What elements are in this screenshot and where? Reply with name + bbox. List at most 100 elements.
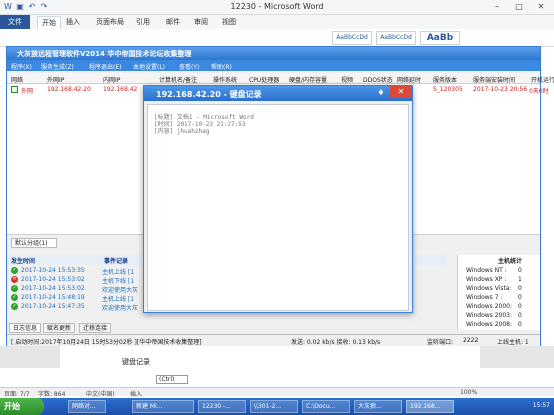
tab-migrate-connection[interactable]: 迁移连接 (79, 323, 112, 333)
style-no-spacing[interactable]: AaBbCcDd (376, 31, 416, 45)
start-time-status: [ 启动时间:2017年10月24日 15时53分02秒 ][华中帝国技术收集整… (11, 339, 202, 346)
paste-options-button[interactable]: (Ctrl) (156, 375, 188, 384)
task-remote-admin[interactable]: 大灰狼... (354, 400, 402, 413)
tab-file[interactable]: 文件 (0, 15, 30, 29)
close-icon[interactable]: ✕ (390, 86, 412, 98)
keylog-title: 192.168.42.20 - 键盘记录 (156, 90, 262, 99)
log-col-event: 事件记录 (104, 258, 129, 265)
col-internal-ip[interactable]: 内网IP (103, 75, 120, 84)
log-time: 2017-10-24 15:53:02 (21, 276, 85, 283)
task-network-share[interactable]: \\301-2... (250, 400, 298, 413)
stats-row: Windows NT :0 (466, 267, 522, 274)
col-disk-memory[interactable]: 硬盘/内存容量 (289, 75, 327, 84)
page-count[interactable]: 页面: 7/7 (4, 389, 30, 398)
log-time: 2017-10-24 15:47:35 (21, 303, 85, 310)
ribbon-home: AaBbCcDd AaBbCcDd AaBb (0, 29, 554, 47)
taskbar: 开始 网络对... 新建 Mi... 12230 -... \\301-2...… (0, 398, 554, 415)
window-title: 12230 - Microsoft Word (230, 2, 324, 11)
col-computer-name[interactable]: 计算机名/备注 (159, 75, 197, 84)
col-video[interactable]: 视频 (341, 75, 353, 84)
stats-row: Windows 2000: 0 (466, 303, 522, 310)
tab-references[interactable]: 引用 (136, 17, 150, 27)
language[interactable]: 中文(中国) (86, 389, 115, 398)
check-icon: ✓ (11, 285, 18, 292)
col-network[interactable]: 网络 (11, 75, 23, 84)
keylog-window: 192.168.42.20 - 键盘记录 ♦ ✕ [标题] 文档1 - Micr… (143, 85, 413, 313)
stats-row: Windows 2008: 0 (466, 321, 522, 328)
task-keylog[interactable]: 192.168... (406, 400, 454, 413)
menu-program[interactable]: 程序(X) (11, 62, 32, 71)
check-icon: ✓ (11, 267, 18, 274)
tab-page-layout[interactable]: 页面布局 (96, 17, 124, 27)
menu-exit[interactable]: 程序退出(E) (89, 62, 121, 71)
check-icon: ✓ (11, 294, 18, 301)
tab-insert[interactable]: 插入 (66, 17, 80, 27)
tab-view[interactable]: 视图 (222, 17, 236, 27)
tab-review[interactable]: 审阅 (194, 17, 208, 27)
zoom-level[interactable]: 100% (460, 389, 477, 396)
keylog-content[interactable]: [标题] 文档1 - Microsoft Word [时间] 2017-10-2… (147, 104, 409, 311)
keylog-titlebar[interactable]: 192.168.42.20 - 键盘记录 ♦ ✕ (144, 86, 412, 101)
tab-rename-update[interactable]: 赋名更新 (43, 323, 76, 333)
menu-view[interactable]: 查看(Y) (179, 62, 199, 71)
tab-log-info[interactable]: 日志信息 (9, 323, 42, 333)
style-normal[interactable]: AaBbCcDd (332, 31, 372, 45)
bottom-tabs: 日志信息 赋名更新 迁移连接 (7, 323, 157, 333)
log-time: 2017-10-24 15:53:02 (21, 285, 85, 292)
word-titlebar: W ▣ ↶ ↷ 12230 - Microsoft Word – □ ✕ (0, 0, 554, 15)
host-checkbox[interactable] (11, 86, 18, 93)
log-event: 欢迎使用大灰 (102, 305, 139, 312)
app-statusbar: [ 启动时间:2017年10月24日 15时53分02秒 ][华中帝国技术收集整… (7, 334, 540, 346)
clock[interactable]: 15:57 (533, 402, 550, 409)
menu-help[interactable]: 帮助(R) (211, 62, 232, 71)
start-button[interactable]: 开始 (0, 398, 44, 415)
stats-row: Windows Vista: 0 (466, 285, 522, 292)
style-heading[interactable]: AaBb (420, 31, 460, 45)
col-latency[interactable]: 网络延时 (397, 75, 421, 84)
app-titlebar: 大灰狼远程管理软件V2014 华中帝国技术论坛收集整理 (7, 47, 540, 60)
minimize-icon[interactable]: – (486, 0, 508, 14)
task-12230-word[interactable]: 12230 -... (198, 400, 246, 413)
port-label: 监听端口: (427, 339, 454, 346)
task-explorer[interactable]: C:\Docu... (302, 400, 350, 413)
word-count[interactable]: 字数: 864 (38, 389, 65, 398)
ribbon-tabs: 文件 开始 插入 页面布局 引用 邮件 审阅 视图 (0, 15, 554, 29)
host-service-version: S_120305 (433, 86, 463, 93)
col-os[interactable]: 操作系统 (213, 75, 237, 84)
task-new-word[interactable]: 新建 Mi... (132, 400, 194, 413)
keylog-line-content: [内容] jhuahzhag (154, 128, 210, 135)
traffic-status: 发送: 0.02 kb/s 接收: 0.13 kb/s (291, 339, 381, 346)
log-row: ✓ 2017-10-24 15:47:35 欢迎使用大灰 (7, 302, 142, 312)
stats-title: 主机统计 (498, 258, 523, 265)
log-row: ✓ 2017-10-24 15:53:02 欢迎使用大灰 (7, 284, 142, 294)
log-col-time: 发生时间 (11, 258, 36, 265)
tab-mailings[interactable]: 邮件 (166, 17, 180, 27)
pin-icon[interactable]: ♦ (376, 88, 386, 98)
log-row: ✕ 2017-10-24 15:53:02 主机下线 [1 (7, 275, 142, 285)
insert-mode[interactable]: 插入 (130, 389, 142, 398)
col-ddos[interactable]: DDOS状态 (363, 75, 393, 84)
port-value: 2222 (463, 337, 479, 344)
log-time: 2017-10-24 15:48:19 (21, 294, 85, 301)
col-external-ip[interactable]: 外网IP (47, 75, 64, 84)
host-uptime: 0天0时 (529, 88, 549, 95)
col-autorun[interactable]: 开机运行 (531, 75, 554, 84)
host-external-ip: 192.168.42.20 (47, 86, 91, 93)
col-cpu[interactable]: CPU处理器 (249, 75, 279, 84)
menu-build-service[interactable]: 服务生成(Z) (41, 62, 74, 71)
app-title: 大灰狼远程管理软件V2014 华中帝国技术论坛收集整理 (17, 50, 192, 58)
online-hosts: 上线主机: 1 (497, 339, 529, 346)
menu-local-settings[interactable]: 本地设置(L) (133, 62, 165, 71)
col-install-time[interactable]: 服务端安装时间 (473, 75, 515, 84)
log-row: ✓ 2017-10-24 15:53:35 主机上线 [1 (7, 266, 142, 276)
host-grid-header: 网络 外网IP 内网IP 计算机名/备注 操作系统 CPU处理器 硬盘/内存容量… (7, 73, 554, 84)
close-icon[interactable]: ✕ (530, 0, 552, 14)
word-statusbar: 页面: 7/7 字数: 864 中文(中国) 插入 100% (0, 387, 554, 398)
col-service-version[interactable]: 服务版本 (433, 75, 457, 84)
tab-default-group[interactable]: 默认分组(1) (11, 238, 57, 248)
tab-home[interactable]: 开始 (37, 16, 61, 29)
task-network[interactable]: 网络对... (68, 400, 106, 413)
stats-row: Windows XP :1 (466, 276, 522, 283)
document-text: 键盘记录 (122, 358, 150, 366)
maximize-icon[interactable]: □ (508, 0, 530, 14)
